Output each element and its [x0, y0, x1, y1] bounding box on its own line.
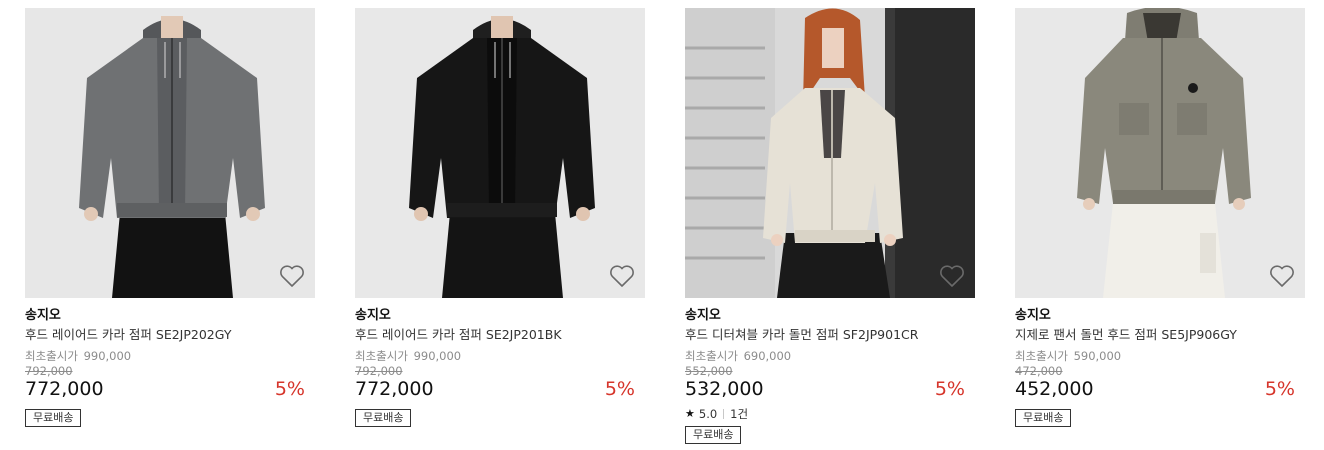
product-photo — [685, 8, 975, 298]
product-photo — [355, 8, 645, 298]
discount-rate: 5% — [274, 378, 305, 400]
sale-price: 772,000 — [355, 378, 434, 400]
release-price: 990,000 — [413, 349, 462, 363]
discount-rate: 5% — [934, 378, 965, 400]
product-name[interactable]: 후드 레이어드 카라 점퍼 SE2JP202GY — [25, 327, 315, 343]
release-price-row: 최초출시가 990,000 — [25, 349, 315, 364]
discount-rate: 5% — [604, 378, 635, 400]
wishlist-heart-icon[interactable] — [1269, 264, 1295, 288]
sale-price: 452,000 — [1015, 378, 1094, 400]
product-photo — [1015, 8, 1305, 298]
rating-score: 5.0 — [698, 407, 718, 421]
brand-name[interactable]: 송지오 — [25, 308, 315, 324]
sale-price: 532,000 — [685, 378, 764, 400]
release-price-label: 최초출시가 — [355, 349, 408, 363]
product-card[interactable]: 송지오 후드 디터쳐블 카라 돌먼 점퍼 SF2JP901CR 최초출시가 69… — [685, 8, 975, 444]
review-count: 1건 — [730, 407, 749, 421]
release-price-row: 최초출시가 590,000 — [1015, 349, 1305, 364]
sale-price: 772,000 — [25, 378, 104, 400]
product-image[interactable] — [355, 8, 645, 298]
free-shipping-badge: 무료배송 — [685, 426, 742, 444]
product-image[interactable] — [1015, 8, 1305, 298]
product-card[interactable]: 송지오 후드 레이어드 카라 점퍼 SE2JP201BK 최초출시가 990,0… — [355, 8, 645, 427]
release-price-label: 최초출시가 — [25, 349, 78, 363]
product-card[interactable]: 송지오 후드 레이어드 카라 점퍼 SE2JP202GY 최초출시가 990,0… — [25, 8, 315, 427]
release-price: 690,000 — [743, 349, 792, 363]
product-name[interactable]: 지제로 팬서 돌먼 후드 점퍼 SE5JP906GY — [1015, 327, 1305, 343]
product-image[interactable] — [25, 8, 315, 298]
star-icon: ★ — [685, 407, 695, 420]
free-shipping-badge: 무료배송 — [1015, 409, 1072, 427]
brand-name[interactable]: 송지오 — [1015, 308, 1305, 324]
release-price-row: 최초출시가 990,000 — [355, 349, 645, 364]
wishlist-heart-icon[interactable] — [609, 264, 635, 288]
list-price: 472,000 — [1015, 364, 1063, 378]
list-price: 792,000 — [355, 364, 403, 378]
price-row: 772,000 5% — [25, 378, 315, 400]
divider — [723, 409, 725, 419]
product-image[interactable] — [685, 8, 975, 298]
wishlist-heart-icon[interactable] — [939, 264, 965, 288]
review-rating[interactable]: ★ 5.0 1건 — [685, 407, 975, 421]
price-row: 532,000 5% — [685, 378, 975, 400]
discount-rate: 5% — [1264, 378, 1295, 400]
brand-name[interactable]: 송지오 — [685, 308, 975, 324]
list-price: 552,000 — [685, 364, 733, 378]
release-price: 990,000 — [83, 349, 132, 363]
wishlist-heart-icon[interactable] — [279, 264, 305, 288]
release-price-row: 최초출시가 690,000 — [685, 349, 975, 364]
price-row: 452,000 5% — [1015, 378, 1305, 400]
product-name[interactable]: 후드 레이어드 카라 점퍼 SE2JP201BK — [355, 327, 645, 343]
brand-name[interactable]: 송지오 — [355, 308, 645, 324]
product-card[interactable]: 송지오 지제로 팬서 돌먼 후드 점퍼 SE5JP906GY 최초출시가 590… — [1015, 8, 1305, 427]
release-price-label: 최초출시가 — [1015, 349, 1068, 363]
free-shipping-badge: 무료배송 — [355, 409, 412, 427]
product-photo — [25, 8, 315, 298]
product-name[interactable]: 후드 디터쳐블 카라 돌먼 점퍼 SF2JP901CR — [685, 327, 975, 343]
product-grid: 송지오 후드 레이어드 카라 점퍼 SE2JP202GY 최초출시가 990,0… — [0, 0, 1324, 450]
list-price: 792,000 — [25, 364, 73, 378]
price-row: 772,000 5% — [355, 378, 645, 400]
release-price-label: 최초출시가 — [685, 349, 738, 363]
release-price: 590,000 — [1073, 349, 1122, 363]
free-shipping-badge: 무료배송 — [25, 409, 82, 427]
